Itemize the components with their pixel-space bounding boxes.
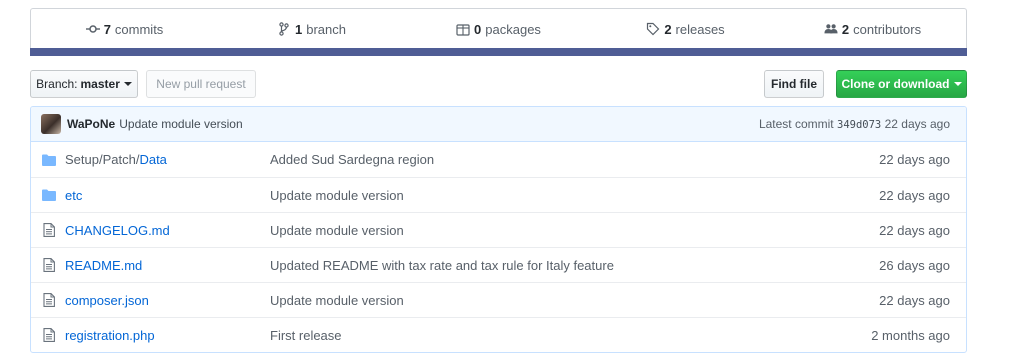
file-row[interactable]: README.md Updated README with tax rate an…	[31, 247, 966, 282]
file-row[interactable]: etc Update module version 22 days ago	[31, 177, 966, 212]
latest-commit-info: Latest commit 349d073 22 days ago	[759, 117, 950, 131]
commits-count: 7	[103, 21, 111, 37]
package-icon	[456, 22, 470, 36]
clone-download-button[interactable]: Clone or download	[836, 70, 967, 98]
file-name: etc	[65, 187, 83, 203]
commit-icon	[85, 22, 100, 36]
clone-label: Clone or download	[841, 77, 950, 91]
caret-down-icon	[953, 82, 962, 86]
file-name-link[interactable]: Setup/Patch/Data	[65, 152, 270, 167]
file-icon	[41, 258, 57, 272]
file-icon	[41, 223, 57, 237]
branches-count: 1	[295, 21, 303, 37]
file-commit-message[interactable]: Added Sud Sardegna region	[270, 152, 879, 167]
file-age: 22 days ago	[879, 152, 950, 167]
commit-message[interactable]: Update module version	[119, 117, 242, 131]
branch-name: master	[80, 77, 120, 91]
packages-label: packages	[485, 21, 541, 37]
file-age: 2 months ago	[871, 327, 950, 343]
releases-label: releases	[675, 21, 725, 37]
file-row[interactable]: Setup/Patch/Data Added Sud Sardegna regio…	[31, 142, 966, 177]
language-bar[interactable]	[30, 48, 967, 56]
branch-select-button[interactable]: Branch: master	[30, 70, 138, 98]
avatar[interactable]	[41, 114, 61, 134]
file-icon	[41, 293, 57, 307]
releases-link[interactable]: 2 releases	[592, 22, 779, 37]
commit-age: 22 days ago	[884, 117, 950, 131]
file-age: 22 days ago	[879, 187, 950, 203]
file-row[interactable]: composer.json Update module version 22 day…	[31, 282, 966, 317]
file-name-link[interactable]: CHANGELOG.md	[65, 223, 270, 238]
file-commit-message[interactable]: Update module version	[270, 188, 879, 203]
tag-icon	[646, 22, 660, 36]
contributors-label: contributors	[853, 21, 922, 37]
packages-count: 0	[474, 21, 482, 37]
file-name-link[interactable]: etc	[65, 188, 270, 203]
packages-link[interactable]: 0 packages	[405, 22, 592, 37]
commit-author[interactable]: WaPoNe	[67, 117, 115, 131]
releases-count: 2	[664, 21, 672, 37]
file-row[interactable]: CHANGELOG.md Update module version 22 days…	[31, 212, 966, 247]
file-name: Data	[139, 152, 167, 167]
latest-commit-label: Latest commit	[758, 117, 834, 131]
file-commit-message[interactable]: Update module version	[270, 223, 879, 238]
caret-down-icon	[123, 82, 132, 86]
folder-icon	[41, 154, 57, 166]
folder-icon	[41, 189, 57, 201]
file-table: WaPoNe Update module version Latest comm…	[30, 106, 967, 353]
latest-commit-bar: WaPoNe Update module version Latest comm…	[31, 107, 966, 142]
people-icon	[824, 22, 838, 36]
file-age: 22 days ago	[879, 222, 950, 238]
contributors-link[interactable]: 2 contributors	[779, 22, 966, 37]
file-row[interactable]: registration.php First release 2 months ag…	[31, 317, 966, 352]
file-name-link[interactable]: composer.json	[65, 293, 270, 308]
branch-prefix: Branch:	[36, 77, 78, 91]
file-name: README.md	[65, 257, 143, 273]
file-commit-message[interactable]: Update module version	[270, 293, 879, 308]
file-list: Setup/Patch/Data Added Sud Sardegna regio…	[31, 142, 966, 352]
file-name: registration.php	[65, 327, 155, 343]
file-icon	[41, 328, 57, 342]
file-age: 22 days ago	[879, 292, 950, 308]
branches-link[interactable]: 1 branch	[218, 22, 405, 37]
file-commit-message[interactable]: First release	[270, 328, 871, 343]
branches-label: branch	[306, 21, 346, 37]
find-file-button[interactable]: Find file	[764, 70, 824, 98]
file-name-link[interactable]: registration.php	[65, 328, 270, 343]
file-navigation: Branch: master New pull request Find fil…	[30, 70, 967, 98]
branch-icon	[277, 22, 291, 36]
file-name: composer.json	[65, 292, 149, 308]
new-pull-request-button[interactable]: New pull request	[146, 70, 256, 98]
commit-sha[interactable]: 349d073	[837, 119, 881, 131]
commits-label: commits	[114, 21, 164, 37]
directory-prefix: Setup/Patch/	[65, 152, 140, 167]
file-name-link[interactable]: README.md	[65, 258, 270, 273]
file-commit-message[interactable]: Updated README with tax rate and tax rul…	[270, 258, 879, 273]
file-age: 26 days ago	[879, 257, 950, 273]
contributors-count: 2	[841, 21, 850, 37]
commits-link[interactable]: 7 commits	[31, 22, 218, 37]
file-name: CHANGELOG.md	[65, 222, 170, 238]
repo-summary: 7 commits 1 branch 0 packages 2 releases	[30, 8, 967, 56]
